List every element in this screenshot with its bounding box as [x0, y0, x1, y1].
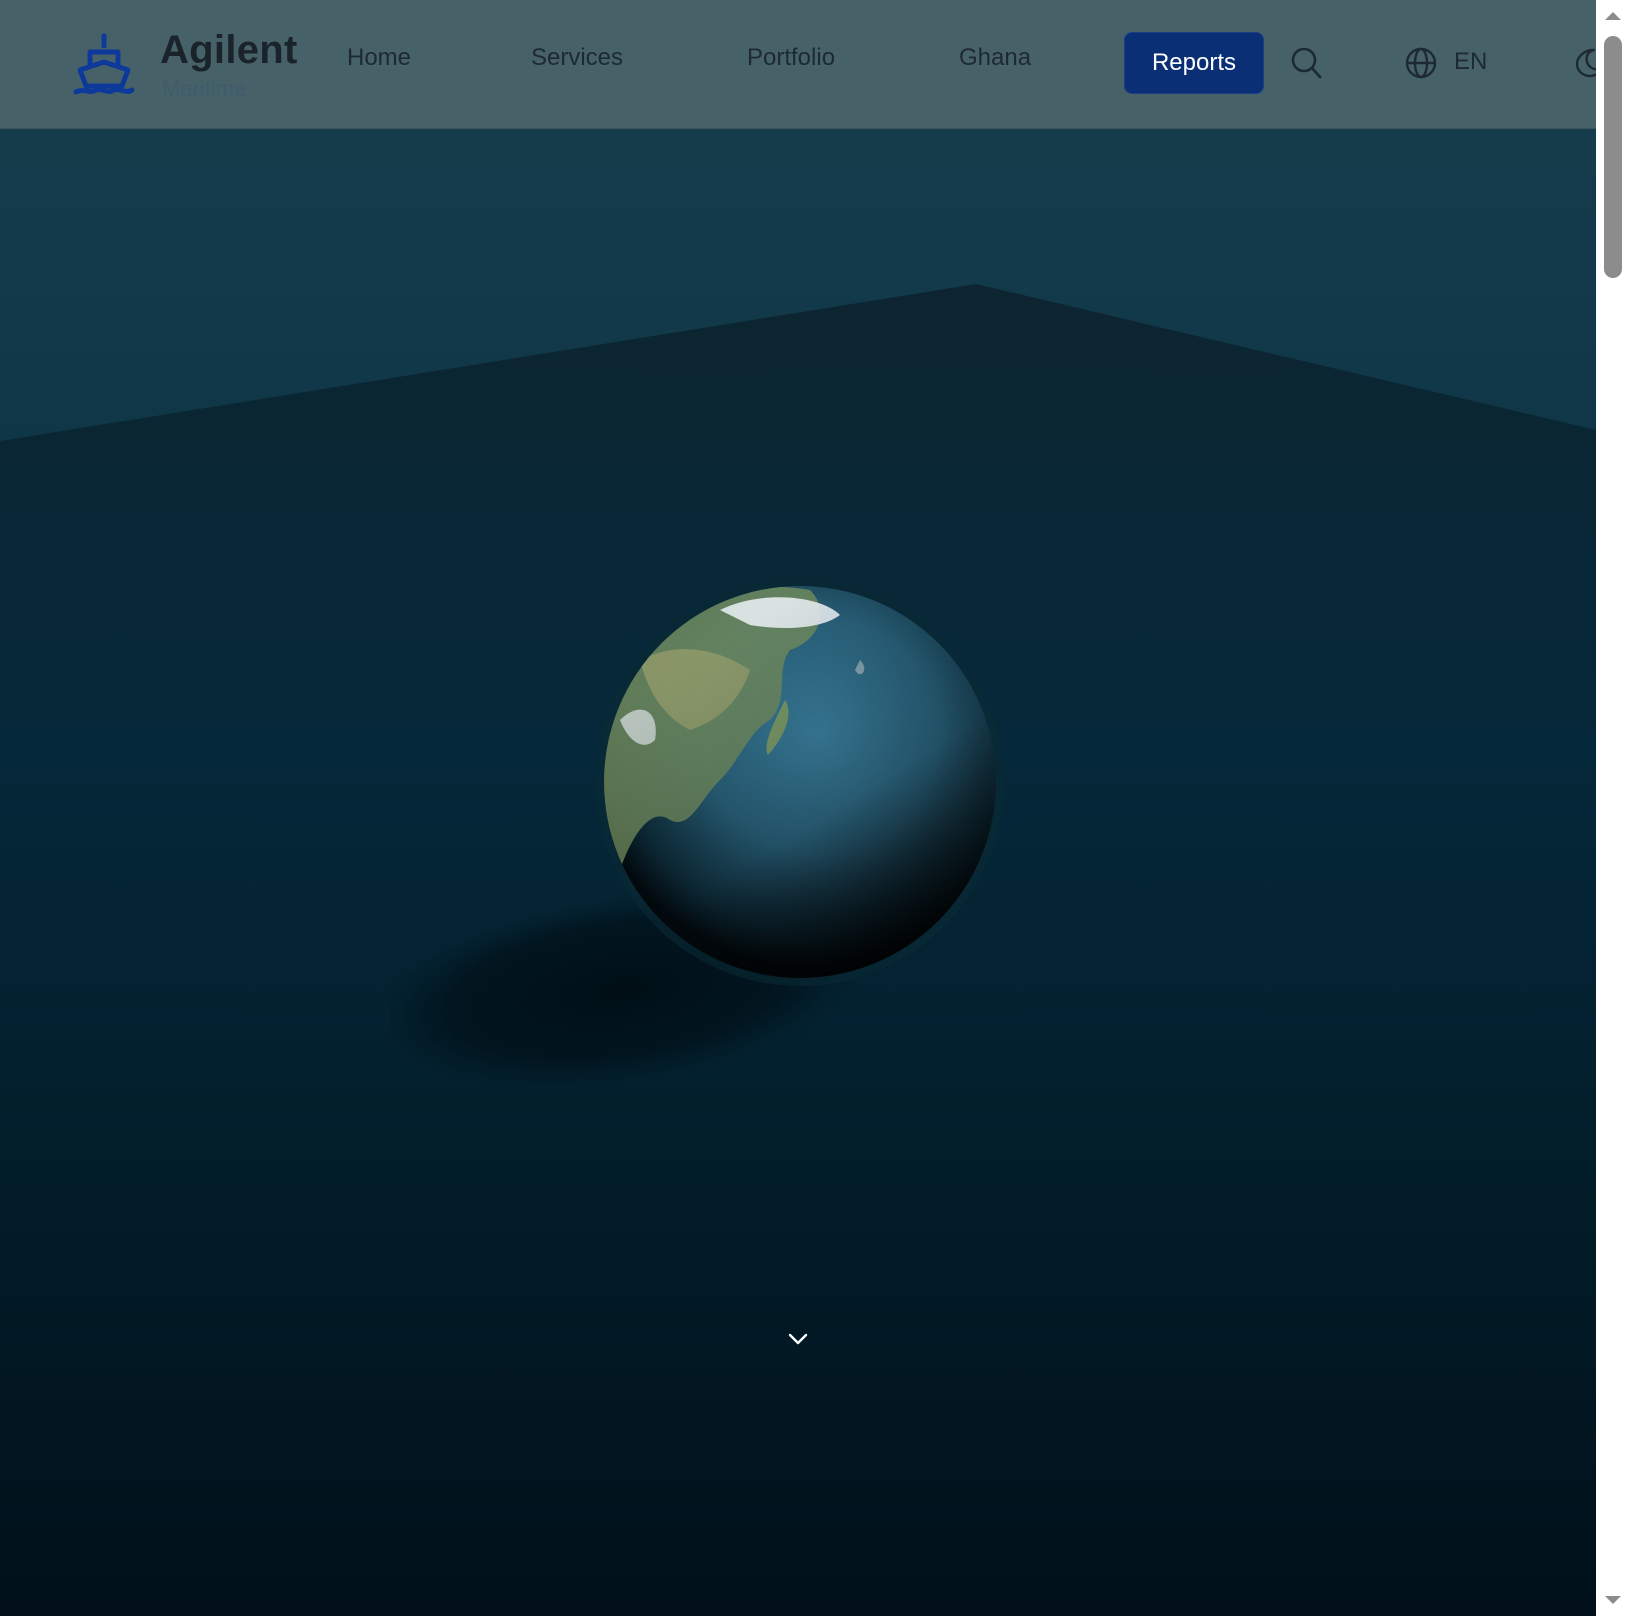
- ship-icon: [73, 33, 135, 95]
- logo-link[interactable]: [72, 32, 136, 96]
- scroll-up-arrow-icon[interactable]: [1604, 10, 1622, 22]
- earth-globe: [372, 570, 1030, 1092]
- nav-ghana-link[interactable]: Ghana: [959, 44, 1031, 72]
- search-button[interactable]: [1290, 46, 1322, 80]
- scroll-down-indicator[interactable]: [786, 1330, 810, 1348]
- nav-home-link[interactable]: Home: [347, 44, 411, 72]
- brand-name[interactable]: Agilent: [160, 28, 298, 73]
- globe-icon: [1405, 47, 1437, 79]
- nav-services-link[interactable]: Services: [531, 44, 623, 72]
- language-switcher[interactable]: EN: [1404, 44, 1504, 82]
- scroll-down-arrow-icon[interactable]: [1604, 1594, 1622, 1606]
- hero-section: [0, 0, 1596, 1616]
- site-header: Agilent Maritime Home Services Portfolio…: [0, 0, 1603, 129]
- scrollbar-thumb[interactable]: [1604, 36, 1622, 278]
- brand-subtitle: Maritime: [162, 76, 247, 101]
- reports-button[interactable]: Reports: [1124, 32, 1264, 94]
- search-icon: [1291, 47, 1322, 79]
- language-code: EN: [1454, 48, 1488, 75]
- nav-portfolio-link[interactable]: Portfolio: [747, 44, 835, 72]
- chevron-down-icon: [788, 1333, 808, 1345]
